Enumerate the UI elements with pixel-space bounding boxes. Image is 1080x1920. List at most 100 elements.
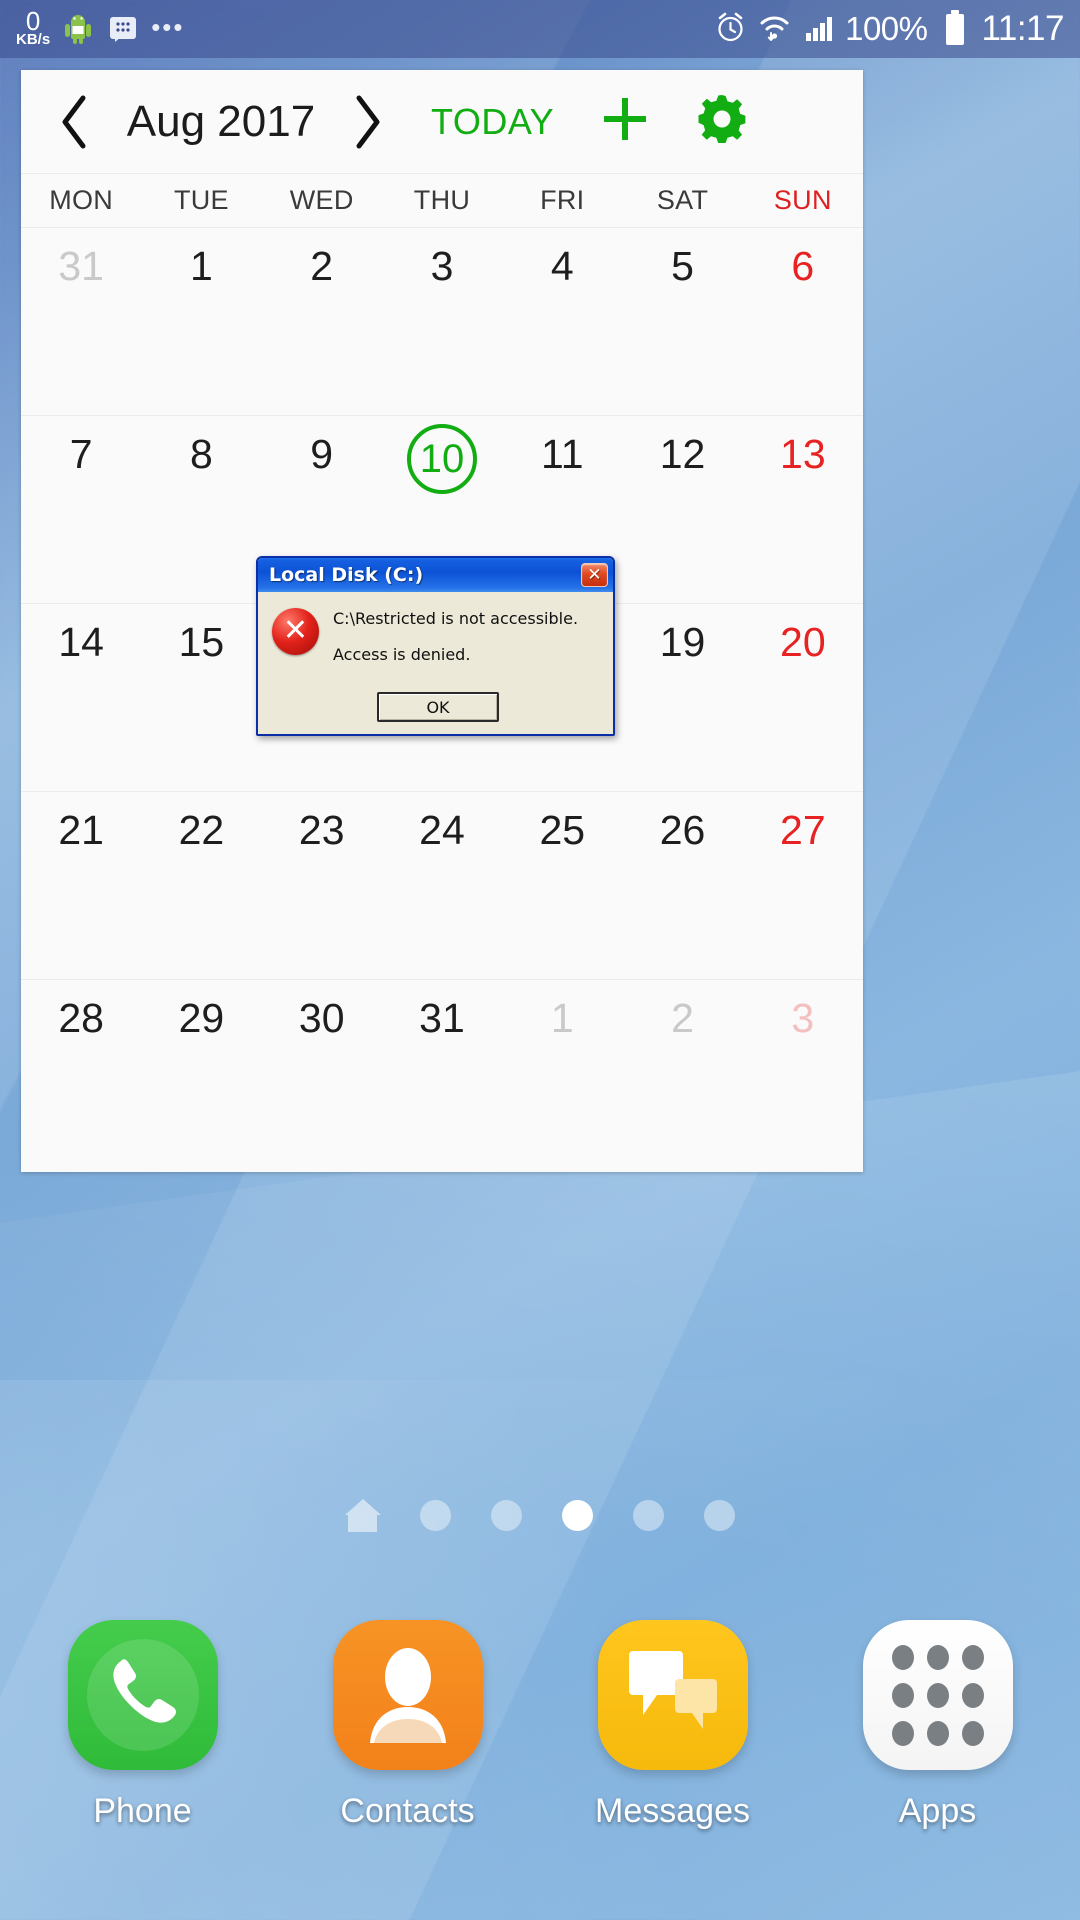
page-indicator-dot-4[interactable] xyxy=(633,1499,664,1531)
weekday-header-sun: SUN xyxy=(773,185,832,215)
apps-grid-icon xyxy=(862,1620,1013,1770)
date-number: 21 xyxy=(58,807,104,853)
status-bar: 0 KB/s ••• 100% 11:17 xyxy=(0,0,1080,58)
date-cell[interactable]: 14 xyxy=(21,604,141,791)
clock-label: 11:17 xyxy=(981,9,1065,48)
alarm-icon xyxy=(713,11,747,45)
date-number: 14 xyxy=(58,619,104,665)
error-x-icon: ✕ xyxy=(272,608,319,655)
dialog-message-block: C:\Restricted is not accessible. Access … xyxy=(333,608,578,664)
date-cell[interactable]: 8 xyxy=(141,416,261,603)
page-indicator-dot-2[interactable] xyxy=(491,1499,522,1531)
dock-label: Contacts xyxy=(340,1792,475,1830)
weekday-header-tue: TUE xyxy=(173,185,229,215)
date-cell[interactable]: 5 xyxy=(622,228,742,415)
date-number: 5 xyxy=(671,243,694,289)
date-cell[interactable]: 4 xyxy=(502,228,622,415)
status-bar-right: 100% 11:17 xyxy=(713,9,1064,49)
date-number: 22 xyxy=(178,807,225,853)
dialog-body: ✕ C:\Restricted is not accessible. Acces… xyxy=(258,592,613,664)
date-cell[interactable]: 3 xyxy=(382,228,502,415)
date-cell[interactable]: 3 xyxy=(743,980,863,1168)
date-cell[interactable]: 30 xyxy=(262,980,382,1168)
date-number: 11 xyxy=(540,431,584,477)
date-row: 28 29 30 31 1 2 3 xyxy=(21,980,863,1168)
date-cell[interactable]: 31 xyxy=(21,228,141,415)
date-cell[interactable]: 12 xyxy=(622,416,742,603)
month-year-title: Aug 2017 xyxy=(126,96,316,146)
date-cell[interactable]: 24 xyxy=(382,792,502,979)
date-number: 3 xyxy=(791,995,815,1041)
date-number: 24 xyxy=(419,807,465,853)
blackberry-messenger-icon xyxy=(106,12,140,46)
date-cell[interactable]: 31 xyxy=(382,980,502,1168)
dialog-message-line-2: Access is denied. xyxy=(333,644,471,664)
calendar-header: Aug 2017 TODAY xyxy=(21,70,863,174)
date-number: 23 xyxy=(298,807,345,853)
weekday-header-sat: SAT xyxy=(656,185,709,215)
dialog-title: Local Disk (C:) xyxy=(269,564,424,586)
date-number: 9 xyxy=(310,431,334,477)
page-indicator-dot-5[interactable] xyxy=(704,1499,735,1531)
date-number: 2 xyxy=(310,243,334,289)
date-cell[interactable]: 1 xyxy=(141,228,261,415)
today-button[interactable]: TODAY xyxy=(431,101,554,143)
date-cell[interactable]: 28 xyxy=(21,980,141,1168)
date-number: 4 xyxy=(550,243,574,289)
home-icon[interactable] xyxy=(345,1499,381,1532)
date-cell[interactable]: 13 xyxy=(743,416,863,603)
date-number: 15 xyxy=(178,619,225,665)
weekday-header-mon: MON xyxy=(49,185,114,215)
dock-item-apps[interactable]: Apps xyxy=(835,1620,1040,1920)
dialog-close-button[interactable]: ✕ xyxy=(581,563,608,587)
date-cell[interactable]: 23 xyxy=(262,792,382,979)
plus-icon xyxy=(604,98,647,140)
date-cell[interactable]: 26 xyxy=(622,792,742,979)
status-bar-left: 0 KB/s ••• xyxy=(16,5,185,50)
date-cell[interactable]: 6 xyxy=(743,228,863,415)
network-speed-unit: KB/s xyxy=(16,31,51,49)
add-event-button[interactable] xyxy=(596,90,654,153)
date-cell[interactable]: 7 xyxy=(21,416,141,603)
date-cell[interactable]: 2 xyxy=(622,980,742,1168)
date-number: 27 xyxy=(780,807,826,853)
network-speed-indicator: 0 KB/s xyxy=(16,5,51,49)
dock-label: Messages xyxy=(595,1792,750,1830)
date-cell[interactable]: 27 xyxy=(743,792,863,979)
wifi-icon xyxy=(757,11,791,45)
dock-label: Apps xyxy=(898,1792,977,1830)
notification-overflow-icon: ••• xyxy=(151,12,185,43)
next-month-button[interactable] xyxy=(341,90,395,154)
date-number: 3 xyxy=(430,243,454,289)
dialog-ok-button[interactable]: OK xyxy=(377,692,499,722)
date-cell[interactable]: 2 xyxy=(262,228,382,415)
date-cell[interactable]: 25 xyxy=(502,792,622,979)
page-indicator-dot-1[interactable] xyxy=(420,1499,451,1531)
date-number: 13 xyxy=(780,431,826,477)
date-cell[interactable]: 22 xyxy=(141,792,261,979)
date-cell[interactable]: 20 xyxy=(743,604,863,791)
calendar-settings-button[interactable] xyxy=(694,91,750,152)
date-row: 21 22 23 24 25 26 27 xyxy=(21,792,863,980)
dialog-message-line-1: C:\Restricted is not accessible. xyxy=(333,609,579,628)
network-speed-value: 0 xyxy=(25,5,41,36)
date-cell[interactable]: 19 xyxy=(622,604,742,791)
battery-icon xyxy=(938,9,972,45)
dock-item-messages[interactable]: Messages xyxy=(570,1620,775,1920)
date-number: 19 xyxy=(659,619,706,665)
date-number: 26 xyxy=(659,807,706,853)
dock-item-phone[interactable]: Phone xyxy=(40,1620,245,1920)
date-cell[interactable]: 15 xyxy=(141,604,261,791)
previous-month-button[interactable] xyxy=(47,90,101,154)
dock-label: Phone xyxy=(93,1792,192,1830)
date-cell[interactable]: 29 xyxy=(141,980,261,1168)
date-number: 25 xyxy=(539,807,586,853)
date-number: 8 xyxy=(190,431,213,477)
date-cell[interactable]: 1 xyxy=(502,980,622,1168)
date-number: 31 xyxy=(58,243,104,289)
gear-icon xyxy=(698,95,746,143)
messages-icon xyxy=(597,1620,748,1770)
dock-item-contacts[interactable]: Contacts xyxy=(305,1620,510,1920)
date-cell[interactable]: 21 xyxy=(21,792,141,979)
page-indicator-dot-3[interactable] xyxy=(562,1499,593,1531)
